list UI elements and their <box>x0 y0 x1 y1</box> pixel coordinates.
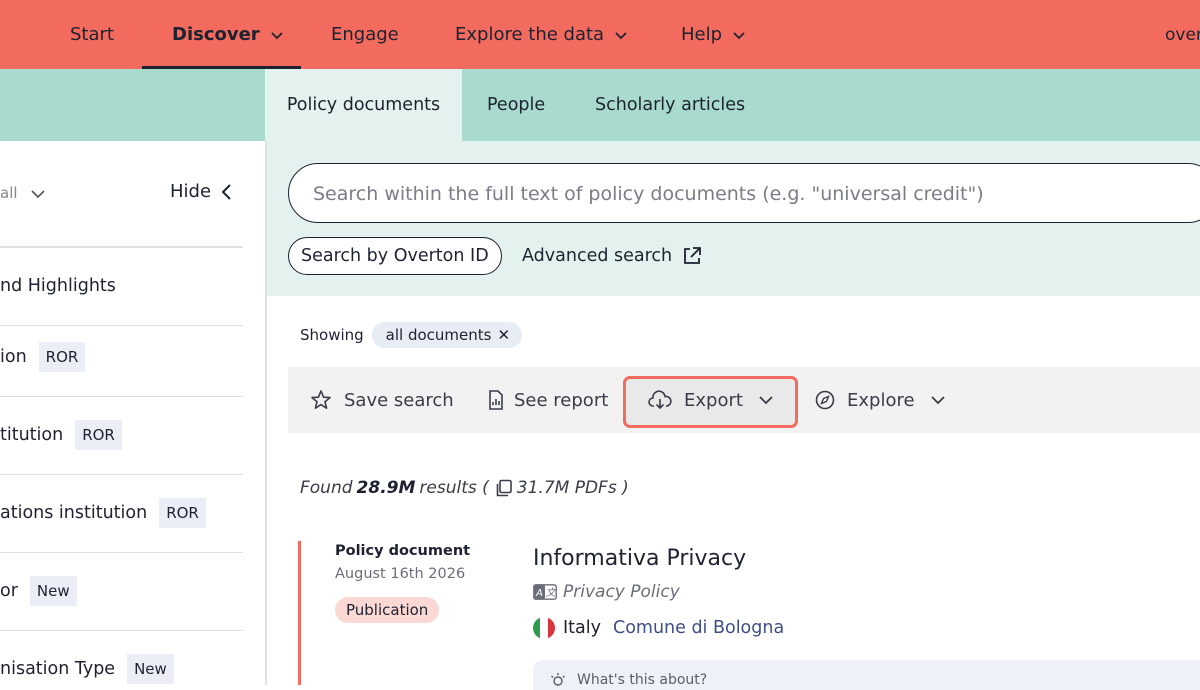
cloud-download-icon <box>648 390 672 410</box>
sidebar-item-institution[interactable]: ion ROR <box>0 318 243 397</box>
search-input[interactable] <box>311 164 1195 223</box>
svg-text:文: 文 <box>546 587 557 599</box>
publication-tag: Publication <box>335 597 440 623</box>
new-badge: New <box>127 654 174 684</box>
star-icon <box>311 390 331 409</box>
compass-icon <box>815 390 835 410</box>
ror-badge: ROR <box>38 342 86 372</box>
sidebar-item-highlights[interactable]: nd Highlights <box>0 247 243 326</box>
tab-scholarly-articles[interactable]: Scholarly articles <box>595 69 745 141</box>
save-search-button[interactable]: Save search <box>310 367 454 433</box>
tab-people[interactable]: People <box>487 69 545 141</box>
whats-this-about-panel[interactable]: What's this about? <box>533 660 1200 690</box>
chevron-left-icon <box>221 183 231 200</box>
translate-icon: A文 <box>533 584 557 600</box>
result-source-link[interactable]: Comune di Bologna <box>613 618 784 638</box>
nav-discover[interactable]: Discover <box>172 0 284 69</box>
nav-explore-the-data[interactable]: Explore the data <box>455 0 628 69</box>
chevron-down-icon <box>615 31 627 39</box>
nav-help[interactable]: Help <box>681 0 746 69</box>
sidebar-item-organisation-type[interactable]: nisation Type New <box>0 630 243 685</box>
result-source-line: Italy Comune di Bologna <box>533 617 784 639</box>
search-box <box>288 163 1200 223</box>
result-accent-bar <box>298 541 301 685</box>
new-badge: New <box>29 576 77 606</box>
result-date: August 16th 2026 <box>335 566 466 582</box>
filter-select[interactable]: all <box>0 184 46 202</box>
result-translation: A文 Privacy Policy <box>533 582 680 602</box>
see-report-button[interactable]: See report <box>488 367 608 433</box>
chevron-down-icon <box>733 31 745 39</box>
results-count: Found 28.9M results ( 31.7M PDFs ) <box>300 478 629 498</box>
sidebar-item-parent-institution[interactable]: titution ROR <box>0 396 243 475</box>
svg-text:A: A <box>535 588 543 599</box>
ror-badge: ROR <box>159 498 206 528</box>
ror-badge: ROR <box>75 420 122 450</box>
chevron-down-icon <box>271 31 283 39</box>
export-button[interactable]: Export <box>648 367 775 433</box>
sidebar-item-author[interactable]: or New <box>0 552 243 631</box>
tab-policy-documents[interactable]: Policy documents <box>265 69 462 141</box>
result-type: Policy document <box>335 543 471 559</box>
chevron-down-icon <box>30 190 45 199</box>
nav-start[interactable]: Start <box>70 0 114 69</box>
chevron-down-icon <box>759 396 773 405</box>
filter-sidebar: all Hide nd Highlights ion ROR titution … <box>0 141 267 685</box>
filter-chip[interactable]: all documents ✕ <box>371 322 523 348</box>
search-by-overton-id-button[interactable]: Search by Overton ID <box>288 237 502 275</box>
chevron-down-icon <box>930 396 945 405</box>
italy-flag-icon <box>533 617 555 639</box>
copy-icon <box>496 479 512 497</box>
sidebar-header: all Hide <box>0 141 243 248</box>
nav-engage[interactable]: Engage <box>331 0 399 69</box>
active-filters: Showing all documents ✕ <box>300 322 523 348</box>
report-icon <box>489 390 503 410</box>
external-link-icon <box>684 247 702 264</box>
explore-button[interactable]: Explore <box>815 367 947 433</box>
advanced-search-link[interactable]: Advanced search <box>522 237 702 275</box>
close-icon[interactable]: ✕ <box>497 326 510 344</box>
hide-sidebar-button[interactable]: Hide <box>170 181 235 202</box>
lightbulb-icon <box>551 673 565 686</box>
result-title[interactable]: Informativa Privacy <box>533 546 746 571</box>
sidebar-item-publications-institution[interactable]: ations institution ROR <box>0 474 243 553</box>
user-menu[interactable]: over <box>1165 0 1200 69</box>
